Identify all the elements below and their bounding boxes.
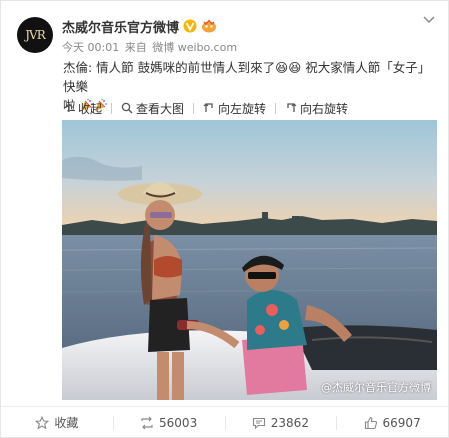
collapse-arrow-icon [65,103,73,112]
collapse-label: 收起 [78,101,103,116]
rotate-left-label: 向左旋转 [218,101,267,116]
source-prefix: 来自 [124,41,147,54]
rotate-right-icon [287,103,297,112]
comment-count: 23862 [270,415,309,430]
comment-icon [252,417,265,429]
image-watermark: @杰威尔音乐官方微博 [321,381,431,394]
thumbs-up-icon [364,416,377,429]
post-text-line1: 杰倫: 情人節 鼓媽咪的前世情人到來了😆😆 祝大家情人節「女子」快樂 [63,60,431,94]
comment-button[interactable]: 23862 [224,407,337,438]
view-large-label: 查看大图 [136,101,185,116]
repost-button[interactable]: 56003 [112,407,225,438]
star-icon [35,415,50,429]
beach-boat-photo [62,120,437,400]
weibo-card: JVR 杰威尔音乐官方微博 今天 00:01 来自 微博 weibo.com 杰… [0,0,449,438]
view-large-button[interactable]: 查看大图 [121,100,184,117]
favorite-button[interactable]: 收藏 [1,407,113,438]
author-row: 杰威尔音乐官方微博 [62,16,217,36]
magnifier-icon [121,102,133,114]
repost-icon [141,416,153,429]
like-button[interactable]: 66907 [336,407,448,438]
member-crown-icon[interactable] [201,19,217,33]
rotate-left-icon [203,103,213,112]
divider [275,102,277,114]
avatar[interactable]: JVR [17,17,53,53]
chevron-down-icon[interactable] [422,13,436,27]
rotate-right-button[interactable]: 向右旋转 [285,100,348,117]
post-time[interactable]: 今天 00:01 [62,41,119,54]
rotate-left-button[interactable]: 向左旋转 [203,100,266,117]
divider [193,102,195,114]
repost-count: 56003 [159,415,198,430]
post-image[interactable]: @杰威尔音乐官方微博 [62,120,437,400]
collapse-button[interactable]: 收起 [63,100,102,117]
divider [111,102,113,114]
action-bar: 收藏 56003 23862 66907 [1,406,448,438]
rotate-right-label: 向右旋转 [300,101,349,116]
avatar-logo-text: JVR [25,28,46,42]
verified-badge-icon[interactable] [183,19,197,33]
favorite-label: 收藏 [54,416,79,430]
post-meta: 今天 00:01 来自 微博 weibo.com [62,39,239,55]
username[interactable]: 杰威尔音乐官方微博 [62,17,179,36]
image-toolbar: 收起 查看大图 向左旋转 向右旋转 [63,98,348,118]
like-count: 66907 [382,415,421,430]
post-source[interactable]: 微博 weibo.com [152,41,237,54]
